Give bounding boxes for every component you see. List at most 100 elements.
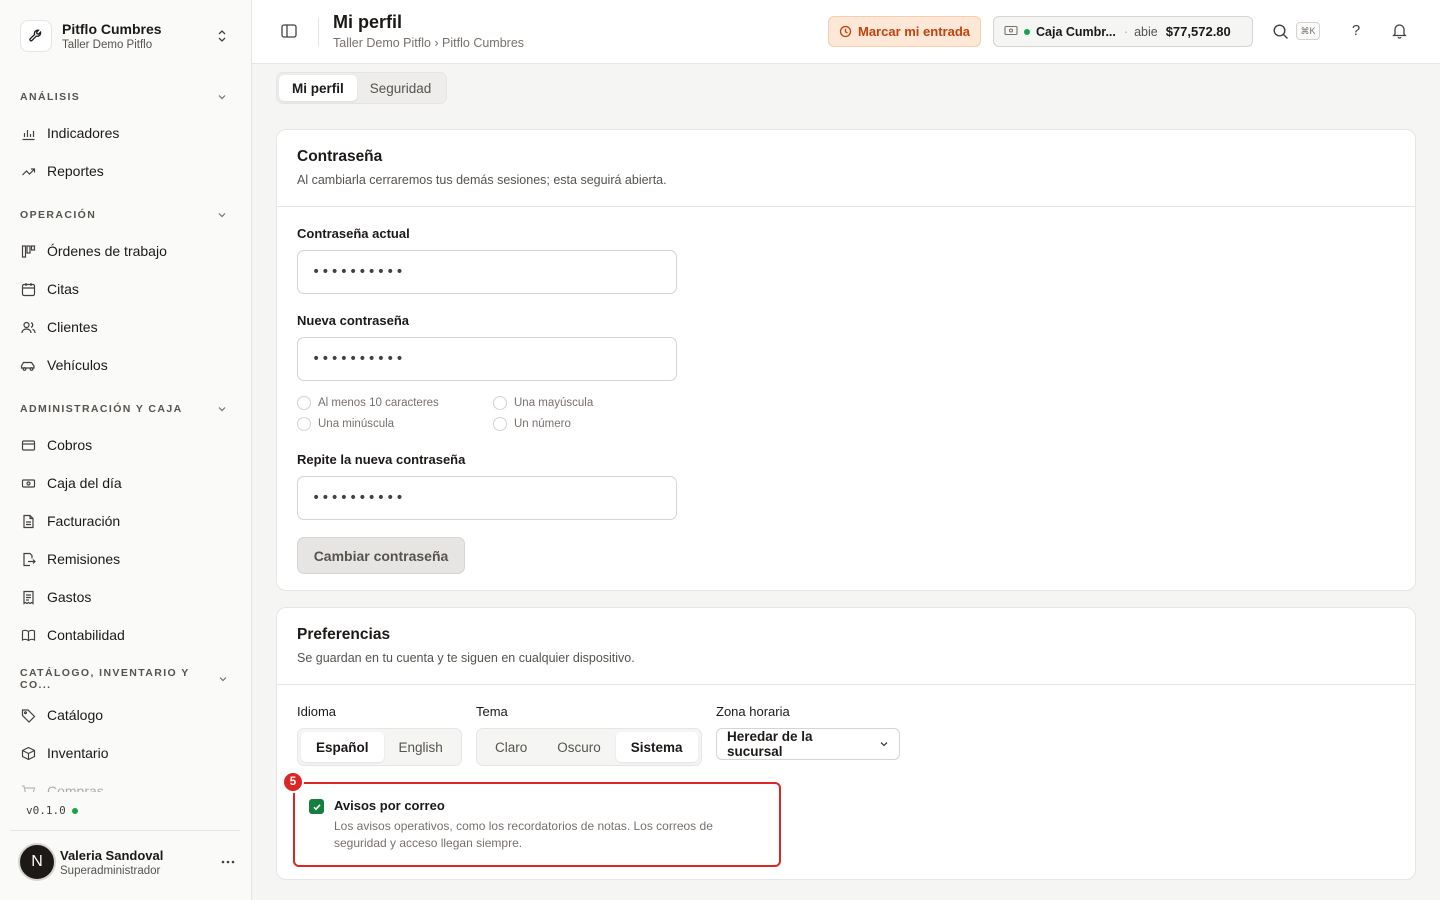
sidebar-item-ordenes[interactable]: Órdenes de trabajo <box>0 232 251 270</box>
status-dot <box>71 807 78 814</box>
step-badge: 5 <box>282 771 304 793</box>
document-icon <box>20 513 36 529</box>
requirement-item: Una minúscula <box>297 417 493 431</box>
language-option-english[interactable]: English <box>384 732 458 762</box>
section-header-administracion[interactable]: ADMINISTRACIÓN Y CAJA <box>0 392 251 426</box>
chevron-down-icon <box>217 402 231 416</box>
section-header-operacion[interactable]: OPERACIÓN <box>0 198 251 232</box>
clock-in-button[interactable]: Marcar mi entrada <box>828 16 981 47</box>
book-open-icon <box>20 627 36 643</box>
users-icon <box>20 319 36 335</box>
divider <box>318 18 319 46</box>
sidebar-item-caja[interactable]: Caja del día <box>0 464 251 502</box>
timezone-select[interactable]: Heredar de la sucursal <box>716 728 900 760</box>
wrench-icon <box>20 20 52 52</box>
requirement-item: Al menos 10 caracteres <box>297 396 493 410</box>
circle-icon <box>297 417 311 431</box>
chevron-down-icon <box>217 90 231 104</box>
repeat-password-input[interactable] <box>297 476 677 520</box>
org-subtitle: Taller Demo Pitflo <box>62 39 153 51</box>
register-status: abie <box>1134 24 1158 39</box>
tag-icon <box>20 707 36 723</box>
circle-icon <box>493 417 507 431</box>
sidebar-item-reportes[interactable]: Reportes <box>0 152 251 190</box>
timezone-label: Zona horaria <box>716 704 790 719</box>
cash-icon <box>20 475 36 491</box>
sidebar-item-contabilidad[interactable]: Contabilidad <box>0 616 251 654</box>
sidebar-item-indicadores[interactable]: Indicadores <box>0 114 251 152</box>
new-password-input[interactable] <box>297 337 677 381</box>
search-icon[interactable] <box>1272 23 1290 41</box>
cart-icon <box>20 783 36 792</box>
credit-card-icon <box>20 437 36 453</box>
bar-chart-icon <box>20 125 36 141</box>
car-icon <box>20 357 36 373</box>
language-segmented-control: Español English <box>297 728 462 766</box>
current-password-label: Contraseña actual <box>297 226 410 241</box>
circle-icon <box>493 396 507 410</box>
requirement-item: Un número <box>493 417 657 431</box>
calendar-icon <box>20 281 36 297</box>
box-icon <box>20 745 36 761</box>
receipt-icon <box>20 589 36 605</box>
bell-icon[interactable] <box>1391 22 1409 40</box>
profile-tabs: Mi perfil Seguridad <box>276 72 448 104</box>
email-notifications-title: Avisos por correo <box>334 798 445 813</box>
sidebar-item-catalogo[interactable]: Catálogo <box>0 696 251 734</box>
sidebar-item-cobros[interactable]: Cobros <box>0 426 251 464</box>
email-notifications-checkbox[interactable] <box>309 799 324 814</box>
register-name: Caja Cumbr... <box>1036 24 1116 39</box>
circle-icon <box>297 396 311 410</box>
sidebar-item-remisiones[interactable]: Remisiones <box>0 540 251 578</box>
highlight-box: 5 Avisos por correo Los avisos operativo… <box>282 771 781 867</box>
new-password-label: Nueva contraseña <box>297 313 409 328</box>
chevron-down-icon <box>218 672 231 686</box>
repeat-password-label: Repite la nueva contraseña <box>297 452 466 467</box>
chevron-down-icon <box>217 208 231 222</box>
breadcrumb: Taller Demo Pitflo › Pitflo Cumbres <box>333 36 525 50</box>
card-description: Se guardan en tu cuenta y te siguen en c… <box>297 651 635 665</box>
sidebar-item-citas[interactable]: Citas <box>0 270 251 308</box>
current-password-input[interactable] <box>297 250 677 294</box>
sidebar-item-facturacion[interactable]: Facturación <box>0 502 251 540</box>
tab-mi-perfil[interactable]: Mi perfil <box>279 75 357 101</box>
sidebar-item-compras[interactable]: Compras <box>0 772 251 792</box>
language-option-espanol[interactable]: Español <box>301 732 384 762</box>
help-icon[interactable]: ? <box>1348 22 1364 42</box>
theme-label: Tema <box>476 704 508 719</box>
theme-option-oscuro[interactable]: Oscuro <box>542 732 616 762</box>
sidebar-item-clientes[interactable]: Clientes <box>0 308 251 346</box>
more-options-icon[interactable] <box>218 852 238 872</box>
cash-icon <box>1004 25 1018 39</box>
sidebar-toggle-icon[interactable] <box>280 22 300 42</box>
org-name: Pitflo Cumbres <box>62 21 162 37</box>
clock-icon <box>839 25 852 38</box>
theme-option-sistema[interactable]: Sistema <box>615 732 698 762</box>
card-title: Contraseña <box>297 148 383 165</box>
theme-segmented-control: Claro Oscuro Sistema <box>476 728 702 766</box>
password-requirements: Al menos 10 caracteres Una mayúscula Una… <box>297 396 657 431</box>
user-menu[interactable]: N Valeria Sandoval Superadministrador <box>18 841 240 883</box>
email-notifications-description: Los avisos operativos, como los recordat… <box>334 819 713 850</box>
kanban-icon <box>20 243 36 259</box>
change-password-button[interactable]: Cambiar contraseña <box>297 537 465 574</box>
sidebar-item-inventario[interactable]: Inventario <box>0 734 251 772</box>
user-name: Valeria Sandoval <box>60 847 164 863</box>
tab-seguridad[interactable]: Seguridad <box>357 75 445 101</box>
separator: · <box>1123 24 1129 39</box>
section-header-analisis[interactable]: ANÁLISIS <box>0 80 251 114</box>
theme-option-claro[interactable]: Claro <box>480 732 542 762</box>
divider <box>10 830 240 831</box>
sidebar-item-gastos[interactable]: Gastos <box>0 578 251 616</box>
org-switcher[interactable]: Pitflo Cumbres Taller Demo Pitflo <box>10 8 240 64</box>
password-card: Contraseña Al cambiarla cerraremos tus d… <box>276 129 1416 591</box>
cash-register-selector[interactable]: Caja Cumbr... · abie $77,572.80 <box>993 16 1253 47</box>
section-header-catalogo[interactable]: CATÁLOGO, INVENTARIO Y CO... <box>0 662 251 696</box>
requirement-item: Una mayúscula <box>493 396 657 410</box>
card-title: Preferencias <box>297 626 391 643</box>
check-icon <box>312 803 321 810</box>
status-dot <box>1024 28 1030 35</box>
email-notifications-option[interactable]: Avisos por correo Los avisos operativos,… <box>309 798 749 852</box>
sidebar-nav[interactable]: ANÁLISIS Indicadores Reportes OPERACIÓN … <box>0 80 251 792</box>
sidebar-item-vehiculos[interactable]: Vehículos <box>0 346 251 384</box>
